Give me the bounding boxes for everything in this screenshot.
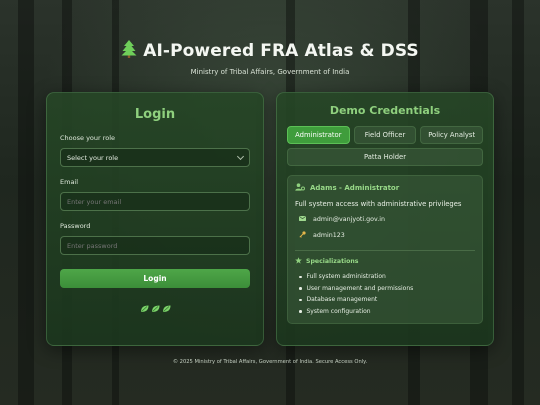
login-card: Login Choose your role Select your role … — [46, 92, 264, 346]
credential-description: Full system access with administrative p… — [295, 200, 462, 208]
specializations-heading: Specializations — [295, 257, 475, 266]
email-field[interactable] — [60, 192, 250, 211]
role-tab-field-officer[interactable]: Field Officer — [353, 126, 417, 144]
role-tabs: Administrator Field Officer Policy Analy… — [287, 126, 483, 166]
credential-password[interactable]: admin123 — [313, 232, 345, 239]
credential-email[interactable]: admin@vanjyoti.gov.in — [313, 216, 385, 223]
login-button[interactable]: Login — [60, 269, 250, 288]
password-label: Password — [60, 222, 91, 230]
password-field[interactable] — [60, 236, 250, 255]
role-tab-administrator[interactable]: Administrator — [287, 126, 350, 144]
page-header: AI-Powered FRA Atlas & DSS Ministry of T… — [0, 40, 540, 76]
credential-email-row: admin@vanjyoti.gov.in — [295, 216, 475, 223]
email-label: Email — [60, 178, 79, 186]
role-tab-patta-holder[interactable]: Patta Holder — [287, 148, 483, 166]
demo-credentials-card: Demo Credentials Administrator Field Off… — [276, 92, 494, 346]
role-select[interactable]: Select your role — [60, 148, 250, 167]
star-icon — [295, 257, 302, 266]
demo-title: Demo Credentials — [329, 104, 441, 117]
role-label: Choose your role — [60, 134, 116, 142]
chevron-down-icon — [236, 152, 245, 160]
envelope-icon — [299, 216, 306, 223]
leaf-icon — [140, 298, 149, 317]
role-select-value: Select your role — [67, 153, 119, 162]
list-item: System configuration — [295, 306, 475, 318]
divider — [295, 250, 475, 251]
tree-icon — [121, 40, 137, 62]
key-icon — [299, 231, 306, 240]
leaf-icon — [162, 298, 171, 317]
list-item: Database management — [295, 294, 475, 306]
credential-details: Adams - Administrator Full system access… — [287, 175, 483, 324]
list-item: User management and permissions — [295, 283, 475, 295]
login-title: Login — [134, 107, 176, 122]
credential-password-row: admin123 — [295, 231, 475, 240]
app-title: AI-Powered FRA Atlas & DSS — [143, 41, 419, 61]
credential-name: Adams - Administrator — [310, 184, 400, 192]
specializations-title: Specializations — [306, 258, 359, 265]
leaf-icon — [151, 298, 160, 317]
user-cog-icon — [295, 183, 305, 193]
role-tab-policy-analyst[interactable]: Policy Analyst — [420, 126, 483, 144]
footer-text: © 2025 Ministry of Tribal Affairs, Gover… — [172, 359, 368, 365]
app-subtitle: Ministry of Tribal Affairs, Government o… — [190, 68, 350, 76]
specializations-list: Full system administration User manageme… — [295, 271, 475, 317]
list-item: Full system administration — [295, 271, 475, 283]
leaf-decoration — [60, 298, 250, 317]
